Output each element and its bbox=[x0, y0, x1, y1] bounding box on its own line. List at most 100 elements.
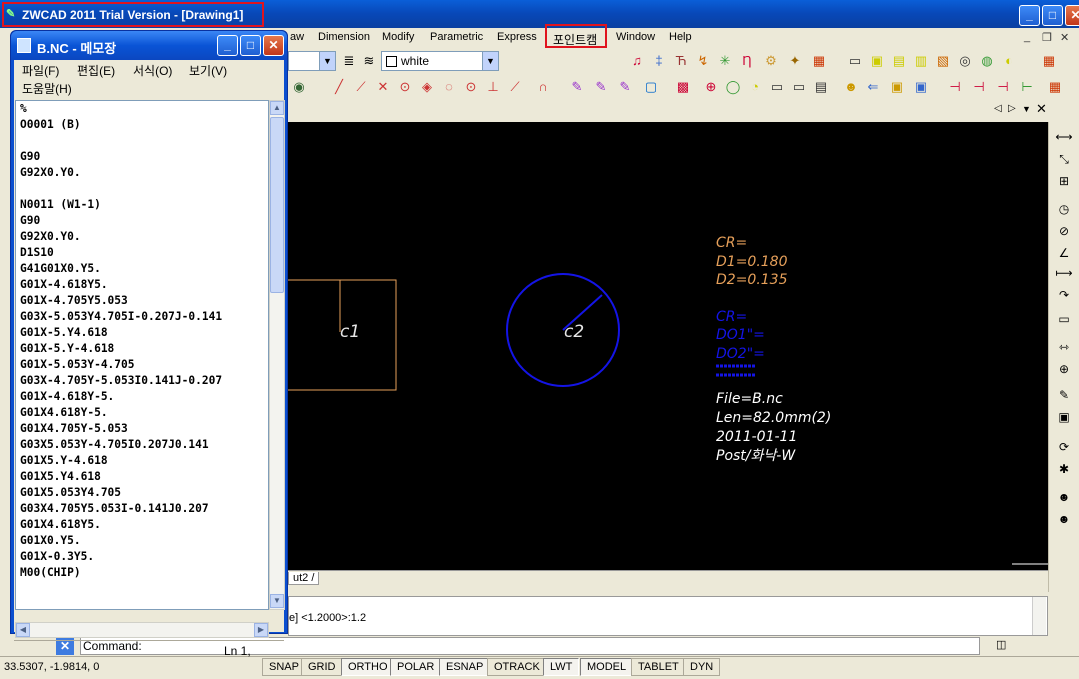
color-combo[interactable]: white ▼ bbox=[381, 51, 499, 71]
dim-linear-icon[interactable]: ⟷ bbox=[1055, 128, 1073, 146]
box-tool-1-icon[interactable]: ▣ bbox=[888, 78, 906, 96]
dim-tool-2-icon[interactable]: ⊣ bbox=[970, 78, 988, 96]
scroll-right-icon[interactable]: ▶ bbox=[254, 623, 268, 637]
box-tool-2-icon[interactable]: ▣ bbox=[912, 78, 930, 96]
menu-draw[interactable]: aw bbox=[290, 31, 304, 43]
mdi-minimize-icon[interactable]: _ bbox=[1024, 31, 1030, 43]
dim-tolerance-icon[interactable]: ▭ bbox=[1055, 310, 1073, 328]
menu-modify[interactable]: Modify bbox=[382, 31, 414, 43]
pointcam-tool-9-icon[interactable]: ▦ bbox=[810, 52, 828, 70]
dim-edit-icon[interactable]: ✎ bbox=[1055, 386, 1073, 404]
window-tool-2-icon[interactable]: ▭ bbox=[790, 78, 808, 96]
person-tool-icon[interactable]: ☻ bbox=[842, 78, 860, 96]
polygon-tool-icon[interactable]: ◈ bbox=[418, 78, 436, 96]
pointcam-tool-4-icon[interactable]: ↯ bbox=[694, 52, 712, 70]
vertical-scroll-thumb[interactable] bbox=[270, 117, 284, 293]
drawing-canvas[interactable]: c1 c2 CR= D1=0.180 D2=0.135 CR= DO1"= DO… bbox=[288, 122, 1048, 570]
dim-leader-icon[interactable]: ⇿ bbox=[1055, 338, 1073, 356]
arrow-tool-icon[interactable]: ⇐ bbox=[864, 78, 882, 96]
menu-help[interactable]: Help bbox=[669, 31, 692, 43]
pointcam-nc-icon[interactable]: Ƞ bbox=[738, 52, 756, 70]
tab-next-icon[interactable]: ▷ bbox=[1008, 103, 1016, 114]
dim-radius-icon[interactable]: ◷ bbox=[1055, 200, 1073, 218]
command-scroll-icon[interactable]: ◫ bbox=[996, 638, 1006, 651]
pointcam-tool-11-icon[interactable]: ▣ bbox=[868, 52, 886, 70]
pointcam-tool-8-icon[interactable]: ✦ bbox=[786, 52, 804, 70]
notepad-title-bar[interactable]: B.NC - 메모장 _ □ ✕ bbox=[11, 31, 287, 60]
tab-close-icon[interactable]: ✕ bbox=[1036, 101, 1047, 117]
layer-combo[interactable]: ▼ bbox=[288, 51, 336, 71]
arc-tool-icon[interactable]: ◌ bbox=[440, 78, 458, 96]
dim-continue-icon[interactable]: ↷ bbox=[1055, 286, 1073, 304]
menu-parametric[interactable]: Parametric bbox=[430, 31, 483, 43]
minimize-button[interactable]: _ bbox=[1019, 5, 1040, 26]
notepad-menu-help[interactable]: 도움말(H) bbox=[22, 80, 72, 97]
menu-express[interactable]: Express bbox=[497, 31, 537, 43]
snap-toggle[interactable]: SNAP bbox=[262, 658, 306, 676]
dim-text-icon[interactable]: ▣ bbox=[1055, 408, 1073, 426]
dim-diameter-icon[interactable]: ⊘ bbox=[1055, 222, 1073, 240]
dim-ordinate-icon[interactable]: ⊞ bbox=[1055, 172, 1073, 190]
lwt-toggle[interactable]: LWT bbox=[543, 658, 580, 676]
pointcam-tool-3-icon[interactable]: Ћ bbox=[672, 52, 690, 70]
notepad-menu-format[interactable]: 서식(O) bbox=[133, 62, 172, 79]
pointcam-set-icon[interactable]: ✳ bbox=[716, 52, 734, 70]
dim-angular-icon[interactable]: ∠ bbox=[1055, 244, 1073, 262]
notepad-menu-edit[interactable]: 편집(E) bbox=[77, 62, 115, 79]
pointcam-tool-15-icon[interactable]: ◎ bbox=[956, 52, 974, 70]
notepad-horizontal-scrollbar[interactable]: ◀ ▶ bbox=[15, 622, 269, 638]
pointcam-tool-17-icon[interactable]: ◐ bbox=[1000, 52, 1018, 70]
user-tool-2-icon[interactable]: ☻ bbox=[1055, 510, 1073, 528]
magnet-snap-icon[interactable]: ∩ bbox=[534, 78, 552, 96]
close-button[interactable]: ✕ bbox=[1065, 5, 1079, 26]
pointcam-tool-2-icon[interactable]: ‡ bbox=[650, 52, 668, 70]
scroll-down-icon[interactable]: ▼ bbox=[270, 594, 284, 608]
dim-tool-1-icon[interactable]: ⊣ bbox=[946, 78, 964, 96]
tablet-toggle[interactable]: TABLET bbox=[631, 658, 686, 676]
notepad-menu-view[interactable]: 보기(V) bbox=[189, 62, 227, 79]
dim-tool-3-icon[interactable]: ⊣ bbox=[994, 78, 1012, 96]
dim-style-icon[interactable]: ✱ bbox=[1055, 460, 1073, 478]
menu-dimension[interactable]: Dimension bbox=[318, 31, 370, 43]
otrack-toggle[interactable]: OTRACK bbox=[487, 658, 547, 676]
maximize-button[interactable]: □ bbox=[1042, 5, 1063, 26]
cross-tool-icon[interactable]: ✕ bbox=[374, 78, 392, 96]
notepad-minimize-button[interactable]: _ bbox=[217, 35, 238, 56]
dim-aligned-icon[interactable]: ⤡ bbox=[1055, 150, 1073, 168]
clock-tool-icon[interactable]: ◔ bbox=[746, 78, 764, 96]
select-frame-icon[interactable]: ▢ bbox=[642, 78, 660, 96]
scroll-up-icon[interactable]: ▲ bbox=[270, 101, 284, 115]
doc-tool-icon[interactable]: ▤ bbox=[812, 78, 830, 96]
perp-tool-icon[interactable]: ⊥ bbox=[484, 78, 502, 96]
menu-window[interactable]: Window bbox=[616, 31, 655, 43]
model-toggle[interactable]: MODEL bbox=[580, 658, 634, 676]
mdi-restore-icon[interactable]: ❐ bbox=[1042, 31, 1052, 44]
notepad-close-button[interactable]: ✕ bbox=[263, 35, 284, 56]
dim-tool-5-icon[interactable]: ▦ bbox=[1046, 78, 1064, 96]
target-tool-icon[interactable]: ⊕ bbox=[702, 78, 720, 96]
esnap-toggle[interactable]: ESNAP bbox=[439, 658, 491, 676]
notepad-maximize-button[interactable]: □ bbox=[240, 35, 261, 56]
notepad-text-area[interactable]: % O0001 (B) G90 G92X0.Y0. N0011 (W1-1) G90 G92… bbox=[15, 100, 269, 610]
tab-prev-icon[interactable]: ◁ bbox=[994, 103, 1002, 114]
dim-center-icon[interactable]: ⊕ bbox=[1055, 360, 1073, 378]
pointcam-tool-16-icon[interactable]: ◍ bbox=[978, 52, 996, 70]
point-tool-icon[interactable]: ⊙ bbox=[462, 78, 480, 96]
dim-update-icon[interactable]: ⟳ bbox=[1055, 438, 1073, 456]
xline-tool-icon[interactable]: ⟋ bbox=[352, 78, 370, 96]
notepad-menu-file[interactable]: 파일(F) bbox=[22, 62, 59, 79]
edit-tool-1-icon[interactable]: ✎ bbox=[568, 78, 586, 96]
pointcam-tool-7-icon[interactable]: ⚙ bbox=[762, 52, 780, 70]
pointcam-tool-1-icon[interactable]: ♫ bbox=[628, 52, 646, 70]
edit-tool-2-icon[interactable]: ✎ bbox=[592, 78, 610, 96]
grid-toggle[interactable]: GRID bbox=[301, 658, 343, 676]
layer-manager-icon[interactable]: ≣ bbox=[340, 52, 358, 70]
layer-state-icon[interactable]: ≋ bbox=[360, 52, 378, 70]
dim-tool-4-icon[interactable]: ⊢ bbox=[1018, 78, 1036, 96]
circle-tool-icon[interactable]: ⊙ bbox=[396, 78, 414, 96]
tab-layout2[interactable]: ut2 / bbox=[288, 572, 320, 585]
dim-baseline-icon[interactable]: ⟼ bbox=[1055, 264, 1073, 282]
pointcam-tool-14-icon[interactable]: ▧ bbox=[934, 52, 952, 70]
polar-toggle[interactable]: POLAR bbox=[390, 658, 442, 676]
pointcam-tool-10-icon[interactable]: ▭ bbox=[846, 52, 864, 70]
